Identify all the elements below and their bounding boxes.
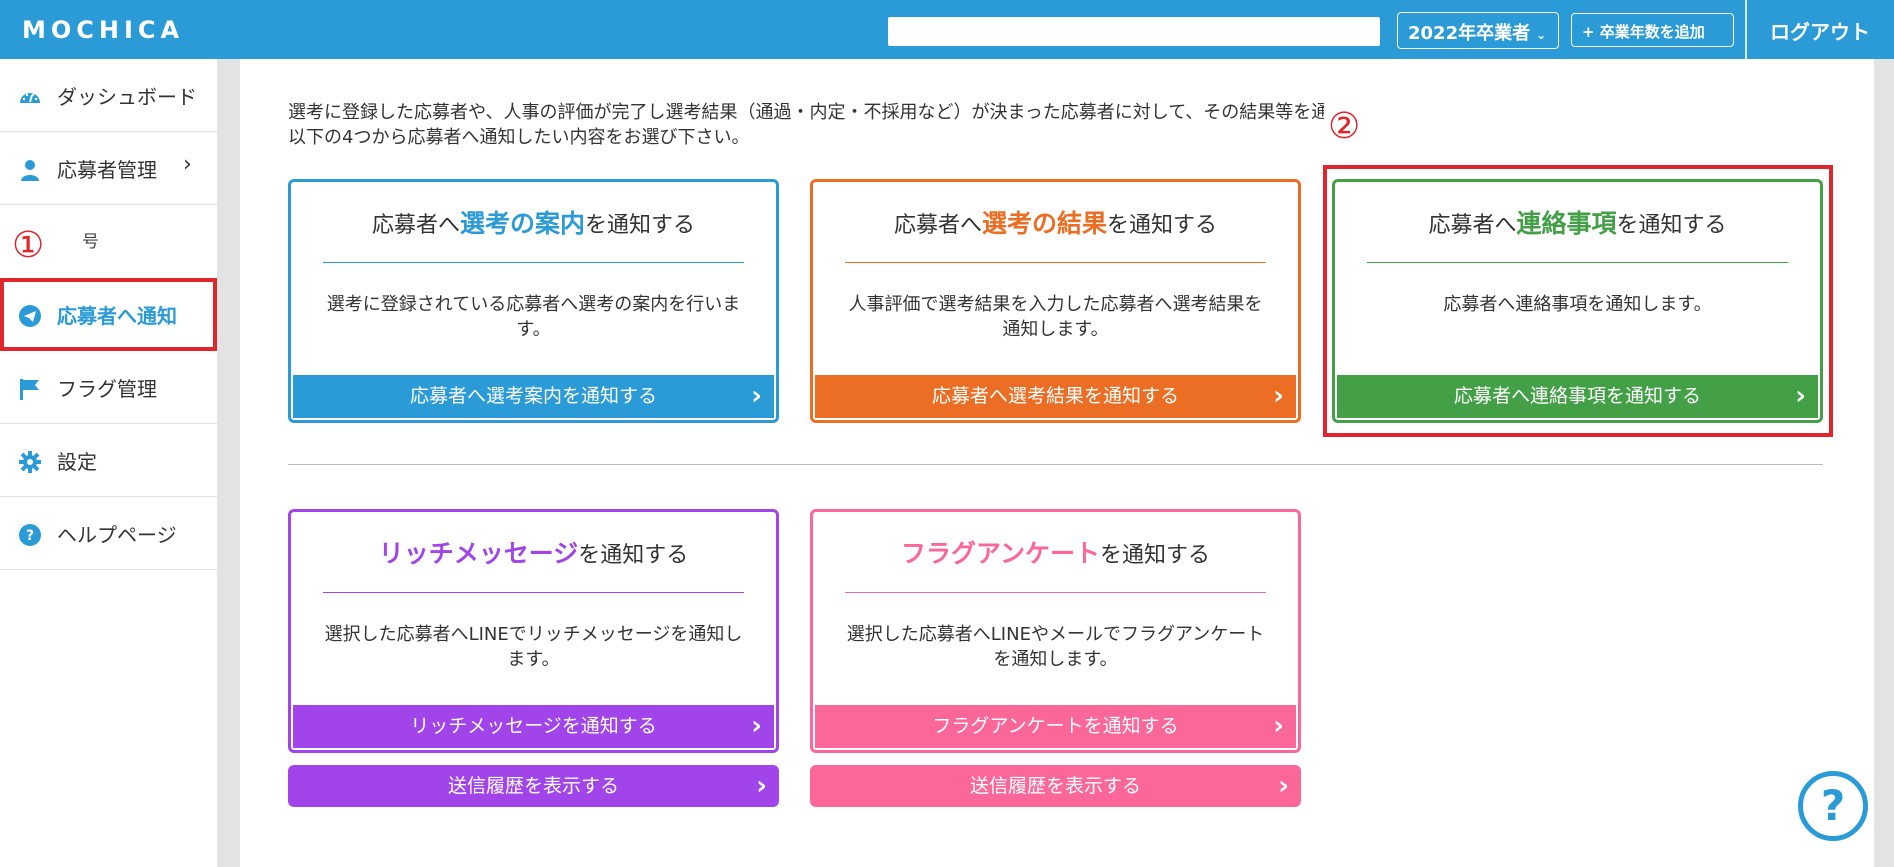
gear-icon: [19, 451, 41, 473]
notify-flag-survey-button[interactable]: フラグアンケートを通知する ›: [815, 705, 1296, 748]
flag-survey-history-button[interactable]: 送信履歴を表示する ›: [810, 765, 1301, 807]
intro-line-1: 選考に登録した応募者や、人事の評価が完了し選考結果（通過・内定・不採用など）が決…: [288, 102, 1418, 123]
sidebar-item-label: 応募者へ通知: [57, 304, 177, 328]
card-selection-guide: 応募者へ選考の案内を通知する 選考に登録されている応募者へ選考の案内を行います。…: [288, 179, 779, 423]
card-divider: [845, 592, 1266, 593]
card-description: 人事評価で選考結果を入力した応募者へ選考結果を通知します。: [848, 294, 1263, 340]
chevron-down-icon: ⌄: [1536, 28, 1547, 42]
dashboard-gauge-icon: [20, 93, 40, 103]
question-circle-icon: ?: [19, 524, 41, 546]
card-divider: [323, 262, 744, 263]
sidebar-item-label: 設定: [57, 450, 97, 474]
sidebar-item-label: フラグ管理: [57, 377, 157, 401]
graduation-year-value: 2022年卒業者: [1408, 23, 1531, 44]
card-title: 応募者へ選考の結果を通知する: [893, 209, 1218, 238]
chevron-right-icon: ›: [756, 771, 767, 801]
sidebar-item-applicants[interactable]: 応募者管理 ›: [0, 132, 217, 205]
annotation-number-2: ②: [1328, 106, 1361, 147]
page-scrollbar[interactable]: [1874, 59, 1894, 867]
logout-button[interactable]: ログアウト: [1770, 16, 1870, 45]
sidebar-item-label: ヘルプページ: [57, 523, 177, 547]
flag-icon: [20, 379, 39, 400]
card-rich-message: リッチメッセージを通知する 選択した応募者へLINEでリッチメッセージを通知しま…: [288, 509, 779, 753]
sidebar-item-notify-applicants[interactable]: 応募者へ通知: [0, 278, 217, 351]
paper-plane-icon: [19, 305, 41, 327]
sidebar-item-label: 応募者管理: [57, 158, 157, 182]
rich-message-history-button[interactable]: 送信履歴を表示する ›: [288, 765, 779, 807]
chevron-right-icon: ›: [751, 381, 762, 411]
annotation-number-1: ①: [12, 225, 45, 266]
sidebar: ダッシュボード 応募者管理 › 号 ① 応募者へ通知 フラグ管理 設定 ? ヘル…: [0, 59, 217, 867]
header-divider: [1745, 0, 1747, 59]
section-divider: [288, 464, 1823, 465]
add-graduation-year-button[interactable]: + 卒業年数を追加: [1571, 13, 1734, 47]
notify-selection-result-button[interactable]: 応募者へ選考結果を通知する ›: [815, 375, 1296, 418]
sidebar-item-label: ダッシュボード: [57, 85, 197, 109]
user-icon: [21, 160, 39, 181]
graduation-year-select[interactable]: 2022年卒業者 ⌄: [1397, 12, 1559, 49]
card-description: 選択した応募者へLINEやメールでフラグアンケートを通知します。: [846, 624, 1265, 670]
card-divider: [323, 592, 744, 593]
card-title: 応募者へ選考の案内を通知する: [371, 209, 696, 238]
sidebar-item-help[interactable]: ? ヘルプページ: [0, 497, 217, 570]
help-question-icon[interactable]: ?: [1798, 771, 1868, 841]
chevron-right-icon: ›: [751, 711, 762, 741]
chevron-right-icon: ›: [1273, 711, 1284, 741]
annotation-highlight-box: [1323, 165, 1833, 437]
sidebar-item-dashboard[interactable]: ダッシュボード: [0, 59, 217, 132]
card-title: フラグアンケートを通知する: [900, 539, 1211, 568]
notify-selection-guide-button[interactable]: 応募者へ選考案内を通知する ›: [293, 375, 774, 418]
card-divider: [845, 262, 1266, 263]
mochica-logo[interactable]: MOCHICA: [22, 16, 184, 44]
chevron-right-icon: ›: [183, 152, 192, 177]
notify-rich-message-button[interactable]: リッチメッセージを通知する ›: [293, 705, 774, 748]
chevron-right-icon: ›: [1278, 771, 1289, 801]
svg-text:?: ?: [26, 528, 34, 544]
sidebar-partial-label: 号: [82, 232, 99, 252]
top-header: MOCHICA 2022年卒業者 ⌄ + 卒業年数を追加 ログアウト: [0, 0, 1894, 59]
sidebar-item-flags[interactable]: フラグ管理: [0, 351, 217, 424]
card-selection-result: 応募者へ選考の結果を通知する 人事評価で選考結果を入力した応募者へ選考結果を通知…: [810, 179, 1301, 423]
card-description: 選考に登録されている応募者へ選考の案内を行います。: [326, 294, 741, 340]
card-flag-survey: フラグアンケートを通知する 選択した応募者へLINEやメールでフラグアンケートを…: [810, 509, 1301, 753]
card-description: 選択した応募者へLINEでリッチメッセージを通知します。: [324, 624, 743, 670]
intro-line-2: 以下の4つから応募者へ通知したい内容をお選び下さい。: [288, 127, 750, 148]
sidebar-scrollbar[interactable]: [217, 59, 240, 867]
card-title: リッチメッセージを通知する: [378, 539, 689, 568]
sidebar-item-settings[interactable]: 設定: [0, 424, 217, 497]
intro-text: 選考に登録した応募者や、人事の評価が完了し選考結果（通過・内定・不採用など）が決…: [288, 100, 1418, 150]
chevron-right-icon: ›: [1273, 381, 1284, 411]
search-input[interactable]: [888, 17, 1380, 46]
